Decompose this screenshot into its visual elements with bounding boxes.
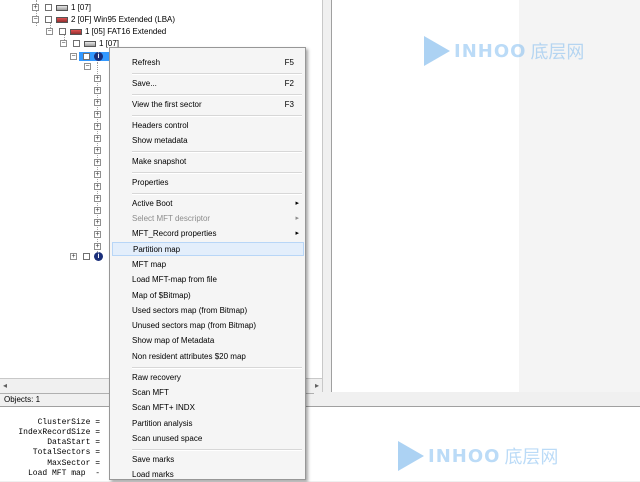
menu-item-non-resident-attributes-map[interactable]: Non resident attributes $20 map: [112, 350, 304, 364]
scroll-left-icon[interactable]: ◂: [3, 381, 7, 390]
menu-item-mft-map[interactable]: MFT map: [112, 258, 304, 272]
collapse-icon[interactable]: −: [84, 63, 91, 70]
tree-node-label: 2 [0F] Win95 Extended (LBA): [71, 15, 176, 24]
menu-item-unused-sectors-map[interactable]: Unused sectors map (from Bitmap): [112, 319, 304, 333]
submenu-arrow-icon: ▸: [295, 215, 299, 222]
watermark-logo-icon: [424, 36, 450, 66]
expand-icon[interactable]: +: [94, 99, 101, 106]
expand-icon[interactable]: +: [94, 183, 101, 190]
expand-icon[interactable]: +: [94, 159, 101, 166]
menu-item-select-mft-descriptor: Select MFT descriptor ▸: [112, 212, 304, 226]
menu-separator: [132, 172, 302, 174]
menu-separator: [132, 449, 302, 451]
drive-icon-red: [70, 28, 82, 35]
expand-icon[interactable]: +: [94, 111, 101, 118]
detail-key: ClusterSize =: [37, 418, 100, 427]
drive-icon-red: [56, 16, 68, 23]
expand-icon[interactable]: +: [32, 4, 39, 11]
submenu-arrow-icon: ▸: [295, 230, 299, 237]
menu-item-active-boot[interactable]: Active Boot ▸: [112, 197, 304, 211]
detail-key: TotalSectors =: [32, 448, 100, 457]
menu-item-make-snapshot[interactable]: Make snapshot: [112, 155, 304, 169]
menu-item-show-map-metadata[interactable]: Show map of Metadata: [112, 334, 304, 348]
expand-icon[interactable]: +: [94, 219, 101, 226]
expand-icon[interactable]: +: [94, 171, 101, 178]
tree-node[interactable]: + 1 [07]: [32, 2, 91, 13]
info-icon: i: [94, 252, 103, 261]
tree-node[interactable]: + i: [70, 251, 106, 262]
tree-checkbox[interactable]: [83, 253, 90, 260]
menu-item-scan-mft[interactable]: Scan MFT: [112, 386, 304, 400]
detail-key: DataStart =: [47, 438, 100, 447]
menu-item-scan-unused-space[interactable]: Scan unused space: [112, 432, 304, 446]
menu-separator: [132, 367, 302, 369]
menu-separator: [132, 94, 302, 96]
detail-key: IndexRecordSize =: [18, 428, 100, 437]
expand-icon[interactable]: +: [94, 123, 101, 130]
drive-icon: [84, 40, 96, 47]
menu-item-partition-map[interactable]: Partition map: [112, 242, 304, 256]
menu-item-view-first-sector[interactable]: View the first sector F3: [112, 98, 304, 112]
expand-icon[interactable]: +: [94, 147, 101, 154]
menu-separator: [132, 115, 302, 117]
menu-item-used-sectors-map[interactable]: Used sectors map (from Bitmap): [112, 304, 304, 318]
collapse-icon[interactable]: −: [46, 28, 53, 35]
collapse-icon[interactable]: −: [32, 16, 39, 23]
expand-icon[interactable]: +: [94, 231, 101, 238]
menu-separator: [132, 73, 302, 75]
detail-key: MaxSector =: [47, 459, 100, 468]
vertical-scrollbar[interactable]: [322, 0, 331, 392]
menu-item-partition-analysis[interactable]: Partition analysis: [112, 417, 304, 431]
expand-icon[interactable]: +: [94, 135, 101, 142]
detail-key: Load MFT map -: [27, 469, 100, 478]
menu-item-mft-record-properties[interactable]: MFT_Record properties ▸: [112, 227, 304, 241]
menu-item-load-mft-map[interactable]: Load MFT-map from file: [112, 273, 304, 287]
menu-item-map-of-bitmap[interactable]: Map of $Bitmap): [112, 289, 304, 303]
tree-checkbox[interactable]: [45, 16, 52, 23]
menu-item-headers-control[interactable]: Headers control: [112, 119, 304, 133]
expand-icon[interactable]: +: [94, 195, 101, 202]
menu-separator: [132, 193, 302, 195]
watermark: INHOO 底层网: [398, 441, 558, 471]
tree-node-selected[interactable]: − i: [70, 51, 106, 62]
menu-item-show-metadata[interactable]: Show metadata: [112, 134, 304, 148]
menu-item-scan-mft-indx[interactable]: Scan MFT+ INDX: [112, 401, 304, 415]
watermark-logo-icon: [398, 441, 424, 471]
drive-icon: [56, 4, 68, 11]
menu-item-refresh[interactable]: Refresh F5: [112, 56, 304, 70]
info-icon: i: [94, 52, 103, 61]
tree-checkbox[interactable]: [83, 53, 90, 60]
scroll-right-icon[interactable]: ▸: [315, 381, 319, 390]
tree-checkbox[interactable]: [73, 40, 80, 47]
menu-item-properties[interactable]: Properties: [112, 176, 304, 190]
tree-checkbox[interactable]: [59, 28, 66, 35]
submenu-arrow-icon: ▸: [295, 200, 299, 207]
context-menu[interactable]: Refresh F5 Save... F2 View the first secto…: [109, 47, 306, 480]
expand-icon[interactable]: +: [94, 207, 101, 214]
collapse-icon[interactable]: −: [70, 53, 77, 60]
expand-icon[interactable]: +: [70, 253, 77, 260]
menu-item-save[interactable]: Save... F2: [112, 77, 304, 91]
expand-icon[interactable]: +: [94, 243, 101, 250]
tree-node-label: 1 [05] FAT16 Extended: [85, 27, 167, 36]
menu-item-raw-recovery[interactable]: Raw recovery: [112, 371, 304, 385]
details-pane: ClusterSize = IndexRecordSize = DataStar…: [0, 406, 640, 481]
watermark: INHOO 底层网: [424, 36, 584, 66]
menu-item-save-marks[interactable]: Save marks: [112, 453, 304, 467]
expand-icon[interactable]: +: [94, 75, 101, 82]
collapse-icon[interactable]: −: [60, 40, 67, 47]
tree-node[interactable]: − 1 [05] FAT16 Extended: [46, 26, 166, 37]
expand-icon[interactable]: +: [94, 87, 101, 94]
tree-checkbox[interactable]: [45, 4, 52, 11]
menu-separator: [132, 151, 302, 153]
objects-count: Objects: 1: [4, 395, 41, 404]
tree-node[interactable]: − 2 [0F] Win95 Extended (LBA): [32, 14, 175, 25]
tree-node-label: 1 [07]: [71, 3, 92, 12]
